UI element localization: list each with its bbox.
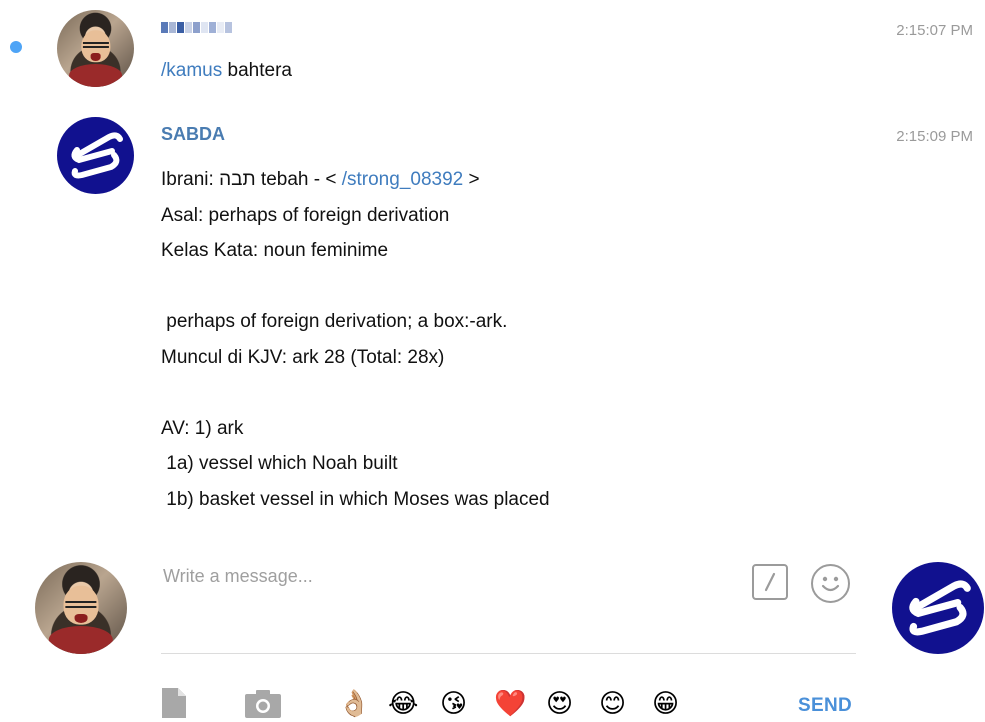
avatar-mouth: [90, 53, 101, 61]
slash-command-button[interactable]: [752, 564, 788, 600]
kiss-emoji-button[interactable]: 😘: [440, 686, 467, 722]
avatar-shirt: [68, 63, 123, 87]
sabda-logo-icon: [71, 132, 123, 179]
grin-emoji-button[interactable]: 😁: [652, 686, 679, 722]
slash-command-icon: [764, 572, 776, 592]
message-line: Asal: perhaps of foreign derivation: [161, 204, 450, 226]
camera-button[interactable]: [245, 690, 281, 722]
hebrew-suffix: >: [463, 169, 480, 190]
heart-emoji-button[interactable]: ❤️: [494, 686, 526, 722]
composer-divider: [161, 653, 856, 654]
message-line: 1b) basket vessel in which Moses was pla…: [161, 488, 550, 510]
message-line: perhaps of foreign derivation; a box:-ar…: [161, 311, 508, 332]
strong-number-link[interactable]: /strong_08392: [342, 169, 464, 190]
message-line: [161, 375, 550, 411]
file-icon: [162, 688, 186, 718]
avatar-shirt: [48, 626, 114, 654]
ok-hand-emoji-button[interactable]: 👌🏼: [338, 686, 370, 722]
sender-name[interactable]: SABDA: [161, 124, 225, 145]
message-time: 2:15:07 PM: [896, 22, 973, 39]
message-line: AV: 1) ark: [161, 417, 244, 439]
message-line: [161, 269, 550, 305]
message-time: 2:15:09 PM: [896, 128, 973, 145]
command-argument: bahtera: [222, 60, 292, 81]
avatar-glasses: [82, 42, 109, 49]
my-avatar[interactable]: [35, 562, 127, 654]
smiley-icon: [821, 576, 840, 592]
emoji-button[interactable]: [811, 564, 850, 603]
chat-partner-avatar[interactable]: [892, 562, 984, 654]
tears-of-joy-emoji-button[interactable]: 😂: [388, 686, 418, 722]
message-text: /kamus bahtera: [161, 53, 292, 89]
user-avatar[interactable]: [57, 10, 134, 87]
sender-name-obscured: [161, 22, 232, 33]
hebrew-prefix: Ibrani: תבה tebah - <: [161, 169, 342, 190]
attach-file-button[interactable]: [162, 688, 186, 722]
camera-icon: [245, 690, 281, 718]
bot-command-link[interactable]: /kamus: [161, 60, 222, 81]
message-line: Ibrani: תבה tebah - < /strong_08392 >: [161, 162, 550, 198]
message-input[interactable]: Write a message...: [163, 566, 313, 587]
message-body: Ibrani: תבה tebah - < /strong_08392 > As…: [161, 162, 550, 517]
message-line: Muncul di KJV: ark 28 (Total: 28x): [161, 346, 445, 368]
blush-emoji-button[interactable]: 😊: [599, 686, 626, 722]
sabda-logo-icon: [909, 580, 971, 636]
unread-indicator: [10, 41, 22, 53]
message-line: Kelas Kata: noun feminime: [161, 240, 389, 261]
sabda-avatar[interactable]: [57, 117, 134, 194]
send-button[interactable]: SEND: [798, 695, 852, 717]
message-line: 1a) vessel which Noah built: [161, 453, 398, 474]
avatar-glasses: [65, 600, 97, 608]
heart-eyes-emoji-button[interactable]: 😍: [546, 686, 573, 722]
